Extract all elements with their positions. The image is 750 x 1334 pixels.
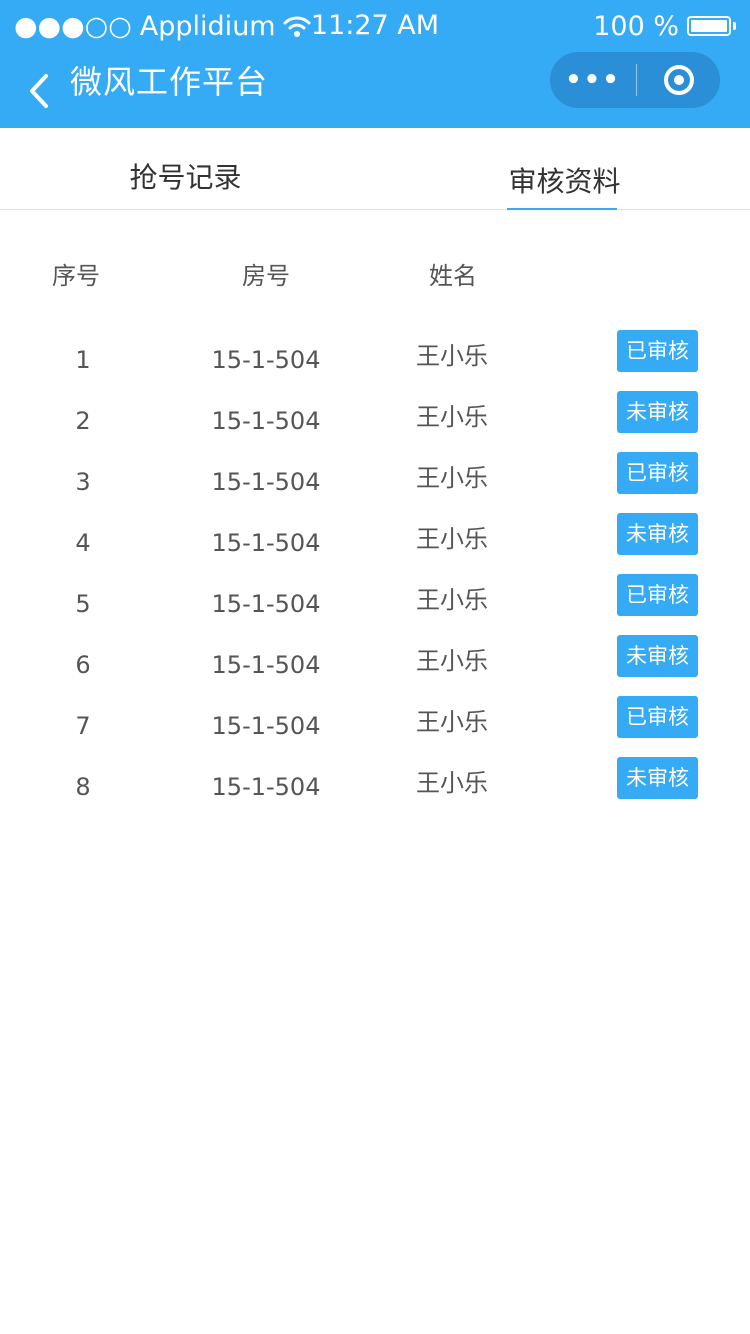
app-header: ●●●○○ Applidium 11:27 AM 100 % 微风工作平台 ••…: [0, 0, 750, 128]
status-badge[interactable]: 已审核: [617, 696, 698, 738]
status-badge[interactable]: 未审核: [617, 635, 698, 677]
row-name: 王小乐: [416, 525, 488, 553]
table-row: 3 15-1-504 王小乐 已审核: [0, 452, 750, 513]
row-index: 2: [75, 407, 91, 435]
row-room: 15-1-504: [211, 590, 321, 618]
more-menu-button[interactable]: •••: [550, 52, 636, 108]
tab-grab-records[interactable]: 抢号记录: [0, 128, 375, 210]
row-name: 王小乐: [416, 708, 488, 736]
page-title: 微风工作平台: [70, 63, 269, 101]
row-index: 5: [75, 590, 91, 618]
row-room: 15-1-504: [211, 346, 321, 374]
row-index: 6: [75, 651, 91, 679]
row-index: 8: [75, 773, 91, 801]
table-row: 6 15-1-504 王小乐 未审核: [0, 635, 750, 696]
nav-bar: 微风工作平台 •••: [0, 52, 750, 128]
header-room: 房号: [242, 262, 290, 290]
row-index: 1: [75, 346, 91, 374]
row-index: 4: [75, 529, 91, 557]
table-header: 序号 房号 姓名: [0, 258, 750, 294]
status-badge[interactable]: 已审核: [617, 330, 698, 372]
row-room: 15-1-504: [211, 712, 321, 740]
battery-tip: [733, 22, 736, 30]
table-row: 1 15-1-504 王小乐 已审核: [0, 330, 750, 391]
row-room: 15-1-504: [211, 407, 321, 435]
battery-icon: [687, 16, 731, 36]
tab-label: 抢号记录: [129, 161, 242, 194]
row-name: 王小乐: [416, 647, 488, 675]
tab-label: 审核资料: [508, 165, 621, 198]
status-badge[interactable]: 未审核: [617, 757, 698, 799]
row-room: 15-1-504: [211, 468, 321, 496]
tab-bar: 抢号记录 审核资料: [0, 128, 750, 210]
active-tab-indicator: [507, 208, 617, 210]
status-right: 100 %: [593, 8, 736, 44]
status-badge[interactable]: 已审核: [617, 574, 698, 616]
row-room: 15-1-504: [211, 651, 321, 679]
status-badge[interactable]: 未审核: [617, 391, 698, 433]
row-name: 王小乐: [416, 403, 488, 431]
header-index: 序号: [52, 262, 100, 290]
row-name: 王小乐: [416, 342, 488, 370]
table-row: 8 15-1-504 王小乐 未审核: [0, 757, 750, 818]
close-target-icon: [663, 65, 694, 95]
row-name: 王小乐: [416, 586, 488, 614]
chevron-left-icon: [30, 74, 48, 108]
status-badge[interactable]: 已审核: [617, 452, 698, 494]
more-icon: •••: [565, 65, 621, 95]
row-room: 15-1-504: [211, 529, 321, 557]
table-row: 4 15-1-504 王小乐 未审核: [0, 513, 750, 574]
row-index: 3: [75, 468, 91, 496]
back-button[interactable]: [20, 62, 60, 118]
tab-review-materials[interactable]: 审核资料: [375, 128, 750, 210]
table-row: 5 15-1-504 王小乐 已审核: [0, 574, 750, 635]
miniprogram-capsule: •••: [550, 52, 720, 108]
row-room: 15-1-504: [211, 773, 321, 801]
table-row: 7 15-1-504 王小乐 已审核: [0, 696, 750, 757]
header-name: 姓名: [429, 262, 477, 290]
battery-percent: 100 %: [593, 10, 679, 42]
status-bar: ●●●○○ Applidium 11:27 AM 100 %: [0, 0, 750, 52]
status-badge[interactable]: 未审核: [617, 513, 698, 555]
row-index: 7: [75, 712, 91, 740]
row-name: 王小乐: [416, 464, 488, 492]
row-name: 王小乐: [416, 769, 488, 797]
table-row: 2 15-1-504 王小乐 未审核: [0, 391, 750, 452]
close-miniprogram-button[interactable]: [637, 52, 720, 108]
